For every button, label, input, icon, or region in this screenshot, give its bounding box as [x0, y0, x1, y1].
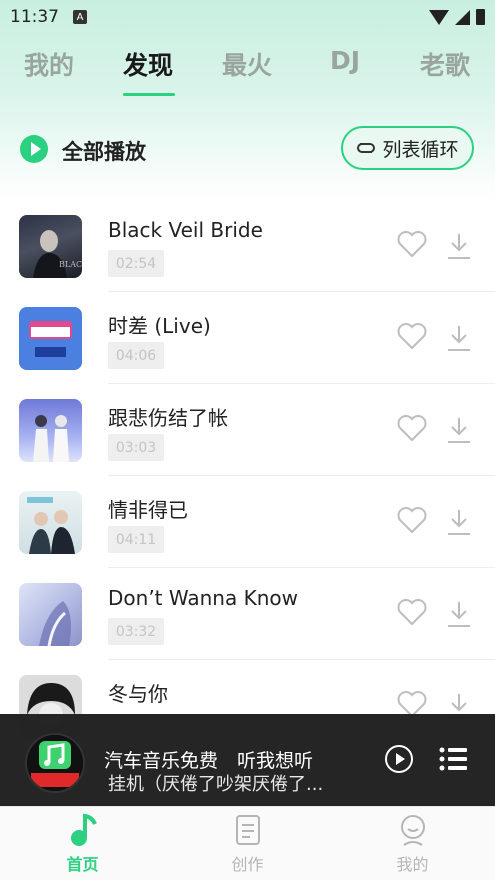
song-duration: 03:03: [108, 434, 164, 461]
song-duration: 02:54: [108, 250, 164, 277]
song-title: 跟悲伤结了帐: [108, 406, 228, 430]
active-tab-indicator: [123, 93, 175, 96]
bottom-nav: 首页 创作 我的: [0, 806, 495, 880]
obscured-song-title: 挂机（厌倦了吵架厌倦了...: [108, 774, 324, 795]
loop-mode-button[interactable]: 列表循环: [341, 126, 474, 170]
heart-icon[interactable]: [397, 598, 427, 626]
heart-icon[interactable]: [397, 230, 427, 258]
song-duration: 04:06: [108, 342, 164, 369]
heart-icon[interactable]: [397, 322, 427, 350]
tab-mine[interactable]: 我的: [24, 46, 74, 82]
download-icon[interactable]: [446, 508, 472, 536]
tab-discover[interactable]: 发现: [123, 46, 173, 82]
song-title: 情非得已: [108, 498, 188, 522]
category-tabs: 我的 发现 最火 DJ 老歌: [0, 46, 495, 96]
tab-dj[interactable]: DJ: [330, 46, 360, 75]
status-time: 11:37: [10, 7, 59, 27]
svg-text:BLACK: BLACK: [59, 260, 82, 269]
song-duration: 04:11: [108, 526, 164, 553]
loop-icon: [357, 143, 376, 153]
loop-mode-label: 列表循环: [382, 138, 459, 161]
battery-icon: [476, 9, 485, 25]
play-all-button[interactable]: 全部播放: [62, 136, 146, 166]
song-title: 冬与你: [108, 682, 168, 706]
nav-profile-label: 我的: [396, 855, 429, 874]
mini-player-title: 汽车音乐免费 听我想听: [104, 750, 314, 772]
nav-create-label: 创作: [231, 855, 264, 874]
download-icon[interactable]: [446, 232, 472, 260]
mini-player[interactable]: 汽车音乐免费 听我想听 挂机（厌倦了吵架厌倦了...: [0, 714, 495, 806]
nav-create[interactable]: 创作: [165, 807, 330, 880]
album-cover: [19, 307, 82, 370]
playlist-icon[interactable]: [439, 747, 467, 771]
song-title: Don’t Wanna Know: [108, 586, 298, 610]
play-all-row: 全部播放 列表循环: [0, 126, 495, 172]
nav-home-label: 首页: [66, 855, 99, 874]
person-icon: [401, 815, 425, 846]
tab-oldies[interactable]: 老歌: [420, 46, 470, 82]
signal-icon: [455, 9, 470, 25]
download-icon[interactable]: [446, 416, 472, 444]
song-row[interactable]: 时差 (Live) 04:06: [0, 292, 495, 384]
song-title: Black Veil Bride: [108, 218, 263, 242]
wifi-icon: [429, 9, 449, 25]
status-icons: [429, 9, 485, 25]
song-row[interactable]: 情非得已 04:11: [0, 476, 495, 568]
document-icon: [236, 815, 260, 845]
download-icon[interactable]: [446, 324, 472, 352]
song-title: 时差 (Live): [108, 314, 211, 338]
notification-icon: A: [73, 10, 87, 24]
nav-profile[interactable]: 我的: [330, 807, 495, 880]
song-duration: 03:32: [108, 618, 164, 645]
play-outline-icon[interactable]: [385, 745, 413, 773]
album-cover: [19, 583, 82, 646]
album-cover: BLACK: [19, 215, 82, 278]
download-icon[interactable]: [446, 600, 472, 628]
album-cover: [19, 491, 82, 554]
tab-hottest[interactable]: 最火: [222, 46, 272, 82]
mini-player-cover: [25, 733, 85, 793]
status-bar: 11:37 A: [0, 0, 495, 34]
song-row[interactable]: Don’t Wanna Know 03:32: [0, 568, 495, 660]
music-note-icon: [71, 813, 97, 846]
song-row[interactable]: 跟悲伤结了帐 03:03: [0, 384, 495, 476]
heart-icon[interactable]: [397, 506, 427, 534]
nav-home[interactable]: 首页: [0, 807, 165, 880]
album-cover: [19, 399, 82, 462]
play-circle-icon[interactable]: [20, 135, 48, 163]
song-row[interactable]: BLACK Black Veil Bride 02:54: [0, 200, 495, 292]
heart-icon[interactable]: [397, 414, 427, 442]
